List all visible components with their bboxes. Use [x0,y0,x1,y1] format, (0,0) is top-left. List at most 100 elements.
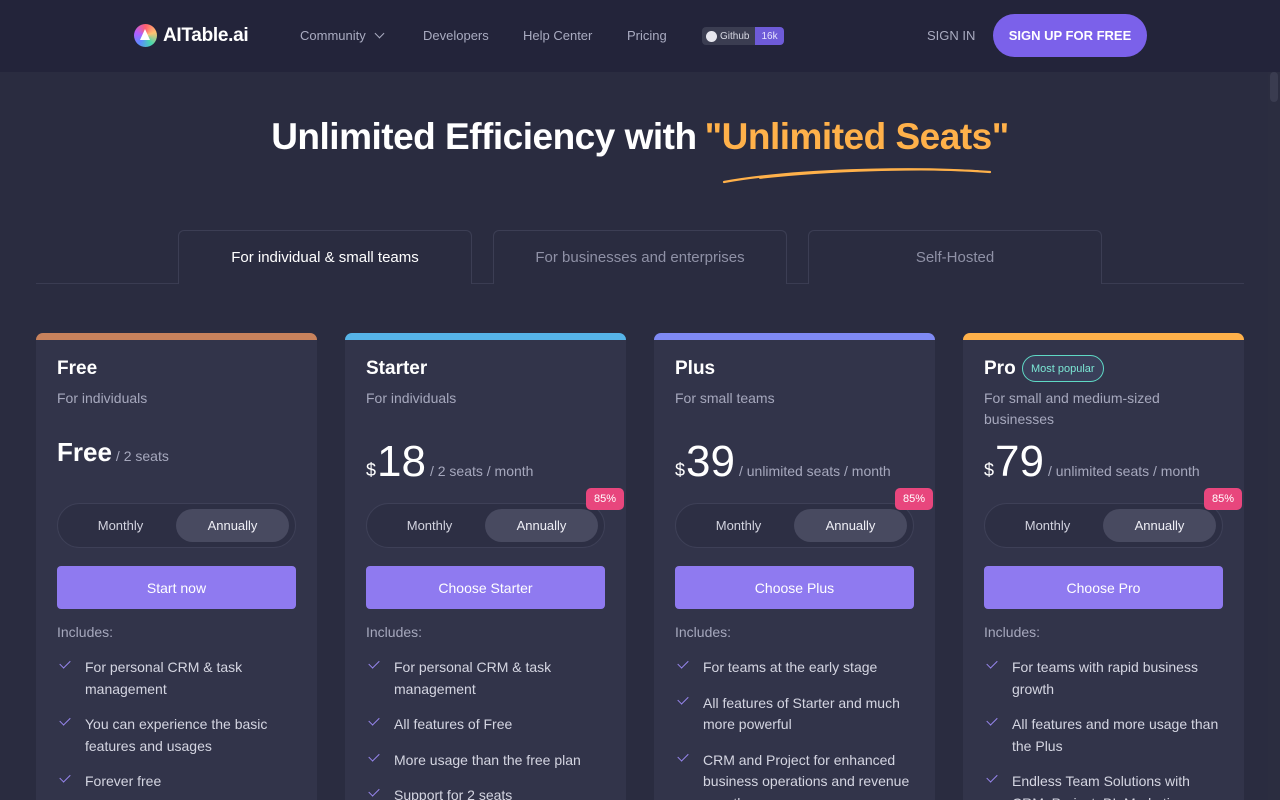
plan-name: Free [57,358,98,379]
feature-text: You can experience the basic features an… [85,716,268,754]
toggle-annually[interactable]: Annually [485,509,598,542]
price-unit: / unlimited seats / month [738,463,891,479]
check-icon [59,657,71,669]
plan-name: Plus [675,358,716,379]
toggle-monthly[interactable]: Monthly [991,509,1104,542]
feature-text: For teams with rapid business growth [1012,659,1198,697]
plan-color-bar [654,333,935,340]
price-unit: / 2 seats [115,448,169,464]
check-icon [677,692,689,705]
price-currency: $ [984,460,995,480]
toggle-monthly[interactable]: Monthly [373,509,486,542]
github-icon [706,30,717,42]
plan-card-starter: Starter For individuals $ 18 / 2 seats /… [345,333,626,800]
feature-text: More usage than the free plan [394,751,581,768]
nav-pricing[interactable]: Pricing [627,28,667,43]
github-label: Github [720,30,750,42]
plan-color-bar [345,333,626,340]
feature-text: Forever free [85,773,162,789]
nav-community-label: Community [300,28,366,43]
discount-badge: 85% [586,488,624,510]
check-icon [59,771,71,783]
feature-text: For teams at the early stage [703,659,878,675]
feature-text: For personal CRM & task management [85,659,243,697]
price-unit: / unlimited seats / month [1047,463,1200,479]
feature-text: All features of Free [394,716,513,732]
plan-color-bar [963,333,1244,340]
title-prefix: Unlimited Efficiency with [271,116,697,157]
check-icon [368,657,380,669]
logo-text: AITable.ai [163,24,249,46]
feature-item: You can experience the basic features an… [57,714,297,757]
feature-item: For teams with rapid business growth [984,657,1224,700]
feature-text: For personal CRM & task management [394,659,552,697]
logo[interactable]: AITable.ai [134,24,249,47]
sign-up-button[interactable]: SIGN UP FOR FREE [993,14,1147,57]
check-icon [986,771,998,783]
feature-item: Support for 2 seats [366,785,606,800]
feature-item: All features of Starter and much more po… [675,692,915,736]
feature-text: Endless Team Solutions with CRM, Project… [1012,773,1190,800]
feature-item: Endless Team Solutions with CRM, Project… [984,771,1224,800]
tab-individual[interactable]: For individual & small teams [178,230,472,284]
discount-badge: 85% [895,488,933,510]
feature-text: CRM and Project for enhanced business op… [703,751,910,800]
feature-item: All features of Free [366,714,606,736]
feature-item: Forever free [57,771,297,793]
plan-color-bar [36,333,317,340]
nav-community[interactable]: Community [300,28,385,43]
page-title: Unlimited Efficiency with "Unlimited Seat… [0,116,1280,158]
start-now-button[interactable]: Start now [57,566,296,609]
price-unit: / 2 seats / month [429,463,534,479]
plan-card-free: Free For individuals Free / 2 seats Mont… [36,333,317,800]
github-badge[interactable]: Github 16k [702,27,784,45]
tab-self-hosted[interactable]: Self-Hosted [808,230,1102,284]
page-scrollbar[interactable] [1268,72,1280,800]
billing-toggle: Monthly Annually [57,503,296,548]
billing-toggle: Monthly Annually [366,503,605,548]
tab-business[interactable]: For businesses and enterprises [493,230,787,284]
includes-label: Includes: [984,624,1041,640]
billing-toggle: Monthly Annually [984,503,1223,548]
nav-developers[interactable]: Developers [423,28,489,43]
choose-pro-button[interactable]: Choose Pro [984,566,1223,609]
plan-price: $ 18 / 2 seats / month [366,437,533,487]
toggle-monthly[interactable]: Monthly [64,509,177,542]
plan-name: Pro [984,358,1016,379]
check-icon [368,749,380,762]
sign-in-link[interactable]: SIGN IN [927,28,975,43]
toggle-annually[interactable]: Annually [794,509,907,542]
most-popular-badge: Most popular [1022,355,1104,382]
choose-starter-button[interactable]: Choose Starter [366,566,605,609]
scrollbar-thumb[interactable] [1270,72,1278,102]
feature-text: All features of Starter and much more po… [703,694,900,733]
check-icon [986,714,998,726]
feature-item: For teams at the early stage [675,657,915,679]
nav-help-center[interactable]: Help Center [523,28,592,43]
discount-badge: 85% [1204,488,1242,510]
feature-item: CRM and Project for enhanced business op… [675,749,915,800]
feature-item: All features and more usage than the Plu… [984,714,1224,757]
top-nav: AITable.ai Community Developers Help Cen… [0,0,1280,72]
toggle-monthly[interactable]: Monthly [682,509,795,542]
feature-item: For personal CRM & task management [57,657,297,700]
check-icon [59,714,71,726]
price-value: 79 [995,437,1044,486]
feature-list: For teams with rapid business growth All… [984,657,1224,800]
toggle-annually[interactable]: Annually [176,509,289,542]
price-value: 18 [377,437,426,486]
price-value: 39 [686,437,735,486]
choose-plus-button[interactable]: Choose Plus [675,566,914,609]
includes-label: Includes: [366,624,423,640]
check-icon [368,714,380,726]
price-currency: $ [675,460,686,480]
toggle-annually[interactable]: Annually [1103,509,1216,542]
plan-subtitle: For individuals [366,390,457,406]
billing-toggle: Monthly Annually [675,503,914,548]
plan-price: $ 79 / unlimited seats / month [984,437,1200,487]
logo-icon [134,24,157,47]
check-icon [986,657,998,669]
check-icon [677,749,689,762]
includes-label: Includes: [675,624,732,640]
plan-card-plus: Plus For small teams $ 39 / unlimited se… [654,333,935,800]
